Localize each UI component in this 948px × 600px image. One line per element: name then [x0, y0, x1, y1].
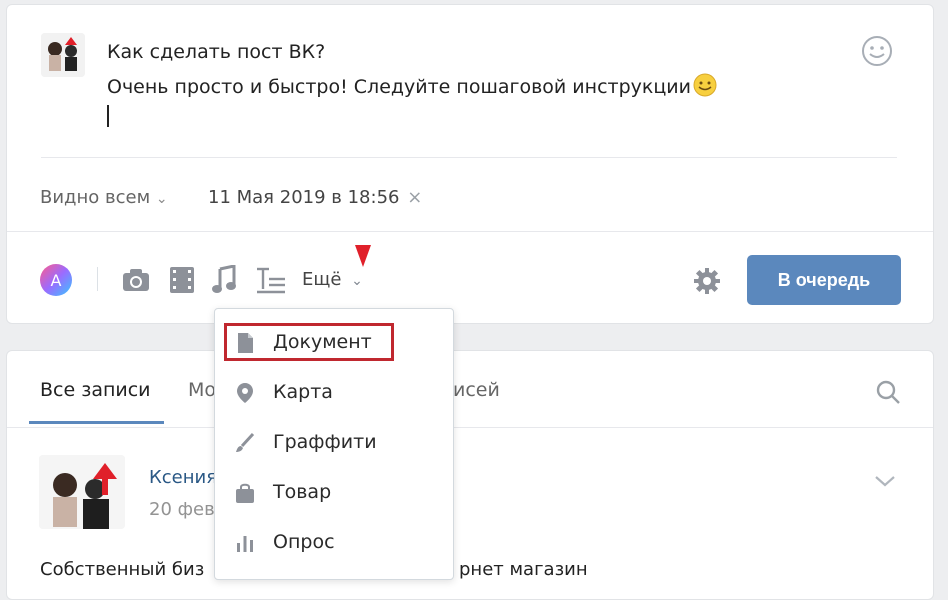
smile-emoji-icon — [693, 73, 717, 97]
post-text-line2-content: Очень просто и быстро! Следуйте пошагово… — [107, 76, 691, 98]
visibility-label: Видно всем — [40, 187, 151, 208]
highlight-frame — [224, 323, 394, 361]
active-tab-underline — [29, 421, 164, 424]
camera-icon[interactable] — [121, 267, 151, 293]
emoji-picker-icon[interactable] — [861, 35, 893, 67]
gear-icon[interactable] — [693, 267, 721, 295]
post-menu-chevron-icon[interactable] — [873, 473, 897, 489]
dropdown-item-poll[interactable]: Опрос — [215, 519, 453, 567]
post-composer: Как сделать пост ВК? Очень просто и быст… — [6, 4, 934, 324]
post-text-right: рнет магазин — [459, 559, 588, 580]
composer-divider-1 — [41, 157, 897, 158]
dropdown-item-label: Карта — [273, 381, 333, 403]
article-icon[interactable] — [255, 265, 287, 295]
post-author-name[interactable]: Ксения — [149, 467, 217, 488]
composer-divider-2 — [7, 231, 933, 232]
post-text-line2[interactable]: Очень просто и быстро! Следуйте пошагово… — [107, 73, 717, 98]
schedule-date[interactable]: 11 Мая 2019 в 18:56 × — [208, 187, 422, 208]
chevron-down-icon: ⌄ — [351, 273, 363, 289]
dropdown-item-label: Граффити — [273, 431, 377, 453]
more-label: Ещё — [302, 269, 342, 290]
poll-icon — [237, 536, 253, 552]
dropdown-item-map[interactable]: Карта — [215, 369, 453, 417]
brush-icon — [236, 432, 255, 452]
shopping-bag-icon — [236, 483, 254, 503]
svg-text:A: A — [51, 271, 62, 290]
search-icon[interactable] — [875, 379, 901, 405]
more-button[interactable]: Ещё ⌄ — [302, 269, 363, 290]
wall-feed: Все записи Мо исей Ксения 20 фев Собстве… — [6, 350, 934, 600]
post-text-line1[interactable]: Как сделать пост ВК? — [107, 41, 325, 63]
toolbar-separator — [97, 267, 98, 291]
dropdown-item-label: Товар — [273, 481, 332, 503]
dropdown-item-graffiti[interactable]: Граффити — [215, 419, 453, 467]
text-cursor — [107, 105, 109, 127]
tab-archive[interactable]: исей — [453, 379, 500, 401]
queue-button[interactable]: В очередь — [747, 255, 901, 305]
map-pin-icon — [237, 383, 253, 403]
tab-all-posts[interactable]: Все записи — [40, 379, 151, 401]
tab-my-posts[interactable]: Мо — [188, 379, 216, 401]
dropdown-item-label: Опрос — [273, 531, 335, 553]
author-avatar — [41, 33, 85, 77]
post-date[interactable]: 20 фев — [149, 499, 215, 520]
feed-divider — [7, 427, 933, 428]
schedule-date-label: 11 Мая 2019 в 18:56 — [208, 187, 400, 208]
music-icon[interactable] — [211, 264, 237, 295]
more-dropdown-menu: Документ Карта Граффити Товар Опрос — [214, 308, 454, 580]
chevron-down-icon: ⌄ — [155, 191, 168, 207]
post-author-avatar[interactable] — [39, 455, 125, 529]
video-icon[interactable] — [169, 266, 195, 294]
close-icon[interactable]: × — [407, 187, 422, 208]
dropdown-item-product[interactable]: Товар — [215, 469, 453, 517]
red-arrow-pointer-icon — [353, 243, 373, 269]
ai-assistant-icon[interactable]: A — [39, 263, 73, 297]
visibility-selector[interactable]: Видно всем ⌄ — [40, 187, 168, 208]
post-text-left: Собственный биз — [40, 559, 205, 580]
